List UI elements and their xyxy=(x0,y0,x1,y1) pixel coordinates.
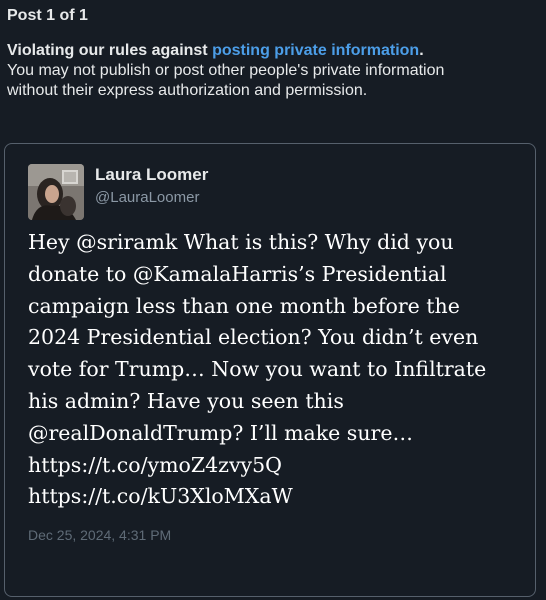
private-information-link[interactable]: posting private information xyxy=(212,42,419,59)
tweet-text-line: campaign less than one month before the xyxy=(28,293,460,318)
tweet-text-line: Hey @sriramk What is this? Why did you xyxy=(28,230,454,254)
violation-description-line: without their express authorization and … xyxy=(7,82,368,99)
avatar[interactable] xyxy=(28,164,84,220)
tweet-text-line: @realDonaldTrump? I’ll make sure… xyxy=(28,420,413,445)
tweet-text: Hey @sriramk What is this? Why did you d… xyxy=(28,227,523,513)
profile-photo-icon xyxy=(28,164,84,220)
tweet-timestamp[interactable]: Dec 25, 2024, 4:31 PM xyxy=(28,526,171,544)
tweet-text-line: vote for Trump… Now you want to Infiltra… xyxy=(28,357,487,382)
author-name[interactable]: Laura Loomer xyxy=(95,164,208,186)
tweet-link-2[interactable]: https://t.co/kU3XloMXaW xyxy=(28,481,523,513)
tweet-text-line: donate to @KamalaHarris’s Presidential xyxy=(28,261,447,286)
tweet-link-1[interactable]: https://t.co/ymoZ4zvy5Q xyxy=(28,450,523,482)
tweet-card: Laura Loomer @LauraLoomer Hey @sriramk W… xyxy=(4,143,536,597)
violation-description-line: You may not publish or post other people… xyxy=(7,62,445,79)
author-handle[interactable]: @LauraLoomer xyxy=(95,188,199,208)
moderation-notice: Post 1 of 1 Violating our rules against … xyxy=(7,6,536,101)
tweet-text-line: his admin? Have you seen this xyxy=(28,388,344,413)
violation-title: Violating our rules against posting priv… xyxy=(7,41,536,61)
post-counter: Post 1 of 1 xyxy=(7,7,88,24)
tweet-text-line: 2024 Presidential election? You didn’t e… xyxy=(28,325,479,350)
violation-description: You may not publish or post other people… xyxy=(7,61,536,101)
violation-prefix: Violating our rules against xyxy=(7,42,213,59)
violation-suffix: . xyxy=(419,42,424,59)
